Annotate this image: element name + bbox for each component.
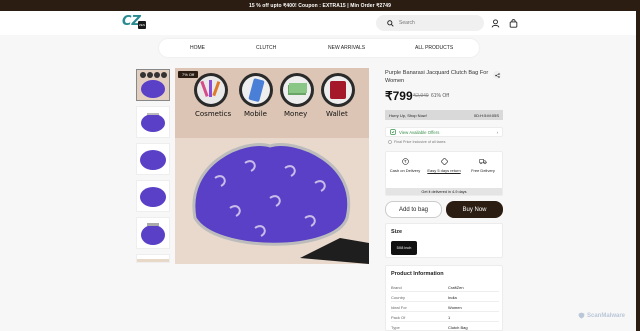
label-mobile: Mobile — [244, 110, 267, 118]
hurry-text: Hurry Up, Shop Now! — [389, 112, 427, 118]
info-value: Women — [448, 305, 462, 310]
info-row: Pack Of 1 — [391, 313, 499, 322]
final-price-note: Final Price Inclusive of all taxes — [388, 140, 445, 144]
info-row: Country India — [391, 293, 499, 302]
promo-banner: 15 % off upto ₹400! Coupon : EXTRA15 | M… — [0, 0, 640, 11]
offer-tag-icon — [390, 129, 396, 135]
delivery-estimate: Get it delivered in 4-9 days — [386, 188, 502, 195]
info-icon — [388, 140, 392, 144]
size-label: Size — [391, 229, 403, 235]
product-info-heading: Product Information — [391, 271, 444, 277]
offers-label: View Available Offers — [399, 129, 440, 135]
buy-now-button[interactable]: Buy Now — [446, 201, 503, 218]
nav-home[interactable]: HOME — [190, 45, 205, 51]
label-money: Money — [284, 110, 308, 118]
feature-cod: ₹ Cash on Delivery — [387, 157, 423, 173]
info-row: Ideal For Women — [391, 303, 499, 312]
offers-button[interactable]: View Available Offers › — [385, 127, 503, 137]
share-icon[interactable] — [493, 71, 501, 79]
logo-sub: ZEN — [138, 21, 146, 29]
feature-cod-label: Cash on Delivery — [389, 168, 421, 173]
search-icon — [387, 19, 394, 27]
thumbnail-6[interactable]: ⌄ — [136, 254, 170, 263]
info-value: CraftZen — [448, 285, 464, 290]
product-main-image[interactable]: 7% Off Cosmetics Mobile Money Wallet — [175, 68, 369, 264]
nav-new-arrivals[interactable]: NEW ARRIVALS — [328, 45, 365, 51]
truck-icon — [465, 157, 501, 165]
info-value: India — [448, 295, 457, 300]
thumbnail-2[interactable] — [136, 106, 170, 138]
product-discount: 61% Off — [431, 93, 449, 99]
thumbnail-5[interactable] — [136, 217, 170, 249]
watermark: ScanMalware — [578, 312, 625, 319]
return-icon — [426, 157, 462, 165]
info-key: Type — [391, 325, 400, 330]
size-selector: Size 5X8 inch — [385, 223, 503, 258]
label-cosmetics: Cosmetics — [195, 110, 232, 118]
label-wallet: Wallet — [326, 110, 348, 118]
product-price: ₹799 — [385, 89, 413, 103]
main-nav: HOME CLUTCH NEW ARRIVALS ALL PRODUCTS — [159, 39, 479, 57]
thumbnail-1[interactable] — [136, 69, 170, 101]
site-logo[interactable]: CZ ZEN — [118, 14, 148, 32]
feature-return[interactable]: Easy 5 days return — [426, 157, 462, 173]
product-information: Product Information Brand CraftZen Countr… — [385, 265, 503, 331]
info-value: Clutch Bag — [448, 325, 468, 330]
chevron-right-icon: › — [496, 129, 498, 135]
page-edge-bar — [636, 11, 640, 331]
size-option[interactable]: 5X8 inch — [391, 241, 417, 255]
rupee-icon: ₹ — [387, 157, 423, 165]
thumbnail-4[interactable] — [136, 180, 170, 212]
info-row: Type Clutch Bag — [391, 323, 499, 330]
hurry-banner: Hurry Up, Shop Now! 0D:H:5:M:05S — [385, 110, 503, 120]
svg-text:₹: ₹ — [404, 159, 407, 164]
info-value: 1 — [448, 315, 451, 320]
search-bar[interactable] — [376, 15, 484, 31]
discount-badge: 7% Off — [178, 71, 199, 78]
add-to-bag-button[interactable]: Add to bag — [385, 201, 442, 218]
info-key: Brand — [391, 285, 402, 290]
feature-return-label: Easy 5 days return — [427, 168, 461, 173]
final-price-text: Final Price Inclusive of all taxes — [394, 140, 446, 144]
countdown-timer: 0D:H:5:M:05S — [473, 112, 499, 118]
features-card: ₹ Cash on Delivery Easy 5 days return Fr… — [385, 151, 503, 196]
nav-clutch[interactable]: CLUTCH — [256, 45, 276, 51]
product-title: Purple Banarasi Jacquard Clutch Bag For … — [385, 70, 489, 84]
watermark-text: ScanMalware — [587, 312, 626, 319]
user-icon[interactable] — [489, 17, 501, 29]
feature-delivery: Free Delivery — [465, 157, 501, 173]
info-key: Country — [391, 295, 406, 300]
shopping-bag-icon[interactable] — [507, 17, 519, 29]
shield-icon — [578, 312, 585, 319]
feature-delivery-label: Free Delivery — [471, 168, 495, 173]
search-input[interactable] — [399, 20, 479, 26]
site-header: CZ ZEN — [0, 11, 640, 35]
thumbnail-3[interactable] — [136, 143, 170, 175]
info-key: Ideal For — [391, 305, 407, 310]
product-mrp: ₹2,949 — [413, 93, 429, 99]
info-key: Pack Of — [391, 315, 406, 320]
info-row: Brand CraftZen — [391, 283, 499, 292]
nav-all-products[interactable]: ALL PRODUCTS — [415, 45, 453, 51]
svg-text:⌄: ⌄ — [150, 261, 156, 263]
